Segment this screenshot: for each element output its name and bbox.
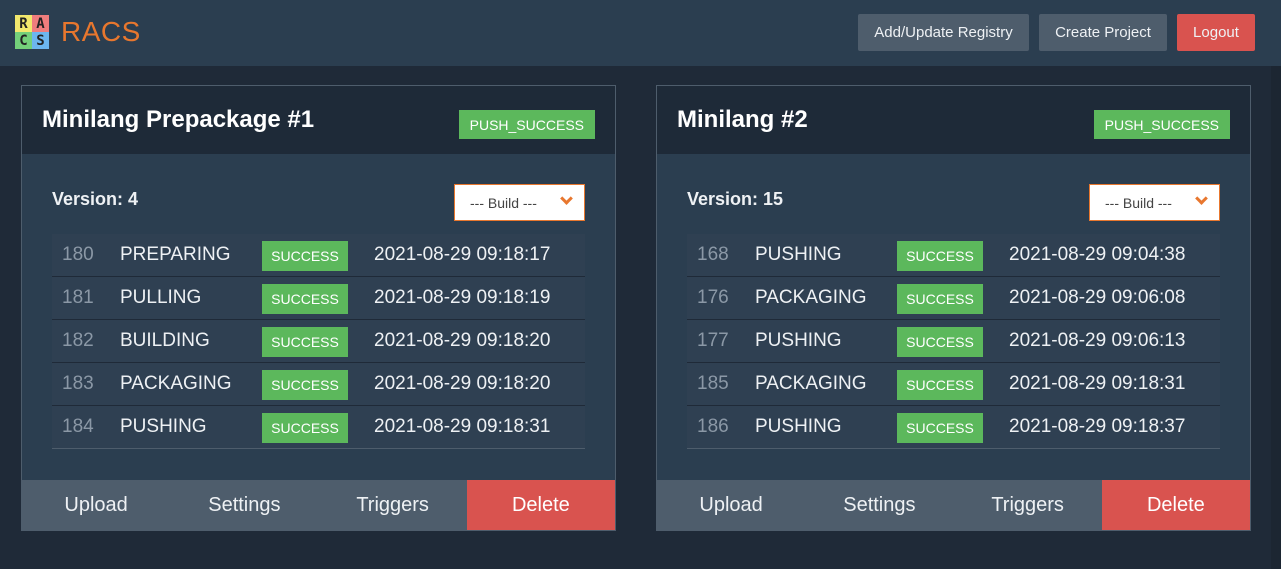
build-timestamp: 2021-08-29 09:18:31	[374, 416, 551, 437]
settings-button[interactable]: Settings	[805, 480, 953, 530]
table-row[interactable]: 186 PUSHING SUCCESS 2021-08-29 09:18:37	[687, 406, 1220, 449]
build-timestamp: 2021-08-29 09:06:13	[1009, 330, 1186, 351]
build-select[interactable]: --- Build ---	[454, 184, 585, 221]
build-status-badge: SUCCESS	[262, 284, 348, 314]
build-stage: PACKAGING	[755, 373, 867, 394]
upload-button[interactable]: Upload	[22, 480, 170, 530]
build-stage: PULLING	[120, 287, 202, 308]
card-actions: Upload Settings Triggers Delete	[657, 480, 1250, 530]
logo-letter: S	[32, 32, 49, 49]
build-timestamp: 2021-08-29 09:18:37	[1009, 416, 1186, 437]
build-id: 180	[62, 244, 94, 265]
build-select[interactable]: --- Build ---	[1089, 184, 1220, 221]
build-status-badge: SUCCESS	[897, 284, 983, 314]
build-status-badge: SUCCESS	[897, 327, 983, 357]
brand[interactable]: R A C S RACS	[15, 15, 141, 49]
build-status-badge: SUCCESS	[262, 327, 348, 357]
table-row[interactable]: 177 PUSHING SUCCESS 2021-08-29 09:06:13	[687, 320, 1220, 363]
build-status-badge: SUCCESS	[262, 413, 348, 443]
card-header: Minilang Prepackage #1 PUSH_SUCCESS	[22, 86, 615, 154]
builds-table: 180 PREPARING SUCCESS 2021-08-29 09:18:1…	[52, 234, 585, 449]
project-card: Minilang Prepackage #1 PUSH_SUCCESS Vers…	[21, 85, 616, 531]
logo-letter: A	[32, 15, 49, 32]
settings-button[interactable]: Settings	[170, 480, 318, 530]
table-row[interactable]: 182 BUILDING SUCCESS 2021-08-29 09:18:20	[52, 320, 585, 363]
build-timestamp: 2021-08-29 09:18:19	[374, 287, 551, 308]
build-id: 168	[697, 244, 729, 265]
builds-table: 168 PUSHING SUCCESS 2021-08-29 09:04:38 …	[687, 234, 1220, 449]
brand-name: RACS	[61, 16, 141, 47]
build-stage: PREPARING	[120, 244, 231, 265]
delete-button[interactable]: Delete	[1101, 480, 1250, 530]
table-row[interactable]: 183 PACKAGING SUCCESS 2021-08-29 09:18:2…	[52, 363, 585, 406]
build-id: 186	[697, 416, 729, 437]
build-timestamp: 2021-08-29 09:04:38	[1009, 244, 1186, 265]
upload-button[interactable]: Upload	[657, 480, 805, 530]
project-version: Version: 4	[52, 189, 139, 209]
build-stage: PUSHING	[755, 416, 842, 437]
build-stage: PACKAGING	[755, 287, 867, 308]
build-status-badge: SUCCESS	[262, 370, 348, 400]
card-header: Minilang #2 PUSH_SUCCESS	[657, 86, 1250, 154]
build-timestamp: 2021-08-29 09:18:31	[1009, 373, 1186, 394]
table-row[interactable]: 185 PACKAGING SUCCESS 2021-08-29 09:18:3…	[687, 363, 1220, 406]
logo-letter: C	[15, 32, 32, 49]
table-row[interactable]: 168 PUSHING SUCCESS 2021-08-29 09:04:38	[687, 234, 1220, 277]
project-version: Version: 15	[687, 189, 784, 209]
build-stage: PUSHING	[755, 244, 842, 265]
build-status-badge: SUCCESS	[897, 370, 983, 400]
logout-button[interactable]: Logout	[1177, 14, 1255, 51]
project-title: Minilang Prepackage #1	[42, 106, 315, 133]
chevron-down-icon	[560, 192, 573, 205]
project-title: Minilang #2	[677, 106, 808, 133]
logo-letter: R	[15, 15, 32, 32]
build-status-badge: SUCCESS	[897, 413, 983, 443]
table-row[interactable]: 180 PREPARING SUCCESS 2021-08-29 09:18:1…	[52, 234, 585, 277]
card-actions: Upload Settings Triggers Delete	[22, 480, 615, 530]
build-timestamp: 2021-08-29 09:18:20	[374, 373, 551, 394]
build-id: 185	[697, 373, 729, 394]
build-id: 184	[62, 416, 94, 437]
navbar: R A C S RACS Add/Update Registry Create …	[0, 0, 1281, 66]
build-id: 182	[62, 330, 94, 351]
build-select-value: --- Build ---	[1105, 194, 1172, 211]
page-scrollbar[interactable]	[1271, 66, 1281, 569]
build-id: 183	[62, 373, 94, 394]
triggers-button[interactable]: Triggers	[954, 480, 1102, 530]
triggers-button[interactable]: Triggers	[319, 480, 467, 530]
build-stage: PUSHING	[120, 416, 207, 437]
add-update-registry-button[interactable]: Add/Update Registry	[858, 14, 1029, 51]
build-id: 181	[62, 287, 94, 308]
build-id: 177	[697, 330, 729, 351]
status-badge: PUSH_SUCCESS	[1093, 110, 1230, 139]
build-select-value: --- Build ---	[470, 194, 537, 211]
racs-logo-icon: R A C S	[15, 15, 49, 49]
build-timestamp: 2021-08-29 09:18:20	[374, 330, 551, 351]
build-timestamp: 2021-08-29 09:06:08	[1009, 287, 1186, 308]
build-id: 176	[697, 287, 729, 308]
build-timestamp: 2021-08-29 09:18:17	[374, 244, 551, 265]
table-row[interactable]: 176 PACKAGING SUCCESS 2021-08-29 09:06:0…	[687, 277, 1220, 320]
table-row[interactable]: 181 PULLING SUCCESS 2021-08-29 09:18:19	[52, 277, 585, 320]
build-stage: PUSHING	[755, 330, 842, 351]
build-stage: PACKAGING	[120, 373, 232, 394]
build-stage: BUILDING	[120, 330, 210, 351]
build-status-badge: SUCCESS	[262, 241, 348, 271]
build-status-badge: SUCCESS	[897, 241, 983, 271]
project-card: Minilang #2 PUSH_SUCCESS Version: 15 ---…	[656, 85, 1251, 531]
status-badge: PUSH_SUCCESS	[458, 110, 595, 139]
chevron-down-icon	[1195, 192, 1208, 205]
create-project-button[interactable]: Create Project	[1039, 14, 1167, 51]
table-row[interactable]: 184 PUSHING SUCCESS 2021-08-29 09:18:31	[52, 406, 585, 449]
delete-button[interactable]: Delete	[466, 480, 615, 530]
